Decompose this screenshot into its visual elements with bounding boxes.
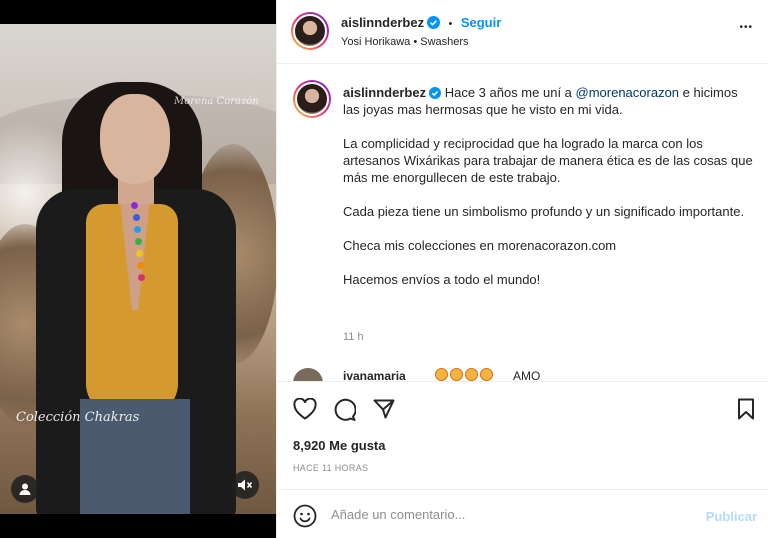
emoji-picker-icon[interactable] bbox=[293, 504, 317, 528]
verified-badge-icon bbox=[427, 16, 441, 29]
caption-text: aislinnderbez Hace 3 años me uní a @more… bbox=[343, 84, 753, 288]
mention-link[interactable]: @morenacorazon bbox=[576, 85, 680, 100]
necklace-bead bbox=[136, 250, 143, 257]
post-media[interactable]: Morena Corazón Colección Chakras bbox=[0, 0, 276, 538]
watermark-collection: Colección Chakras bbox=[16, 410, 140, 425]
share-send-icon[interactable] bbox=[373, 398, 395, 420]
necklace-bead bbox=[131, 202, 138, 209]
avatar-image bbox=[293, 14, 327, 48]
comment-input[interactable] bbox=[331, 504, 691, 524]
emoji-icon bbox=[480, 368, 493, 381]
actions-section: 8,920 Me gusta HACE 11 HORAS bbox=[277, 381, 768, 489]
necklace-bead bbox=[133, 214, 140, 221]
comment-composer: Publicar bbox=[277, 489, 768, 538]
commenter-avatar[interactable] bbox=[293, 368, 323, 382]
verified-badge-icon bbox=[429, 87, 442, 99]
like-count[interactable]: 8,920 Me gusta bbox=[293, 438, 386, 453]
mute-button[interactable] bbox=[231, 471, 259, 499]
user-icon bbox=[19, 483, 31, 495]
caption-timestamp[interactable]: 11 h bbox=[343, 331, 364, 343]
follow-button[interactable]: Seguir bbox=[461, 15, 501, 30]
avatar-image bbox=[295, 82, 329, 116]
necklace-bead bbox=[134, 226, 141, 233]
post-photo[interactable]: Morena Corazón Colección Chakras bbox=[0, 24, 276, 514]
heart-eyes-emojis bbox=[435, 368, 493, 382]
publish-button[interactable]: Publicar bbox=[706, 509, 757, 524]
audio-attribution[interactable]: Yosi Horikawa • Swashers bbox=[341, 36, 469, 48]
post-header: aislinnderbez • Seguir Yosi Horikawa • S… bbox=[277, 0, 768, 64]
watermark-top: Morena Corazón bbox=[174, 96, 259, 107]
caption-username[interactable]: aislinnderbez bbox=[343, 85, 426, 100]
like-heart-icon[interactable] bbox=[293, 398, 317, 420]
emoji-icon bbox=[465, 368, 478, 381]
header-title-row: aislinnderbez • Seguir bbox=[341, 14, 501, 32]
comment-preview: ivanamaria AMO bbox=[293, 366, 763, 382]
necklace-bead bbox=[135, 238, 142, 245]
post-details-panel: aislinnderbez • Seguir Yosi Horikawa • S… bbox=[276, 0, 768, 538]
post-date[interactable]: HACE 11 HORAS bbox=[293, 463, 368, 473]
save-bookmark-icon[interactable] bbox=[737, 398, 755, 420]
more-options-icon[interactable]: ••• bbox=[739, 22, 753, 33]
necklace-bead bbox=[138, 274, 145, 281]
author-avatar[interactable] bbox=[291, 12, 329, 50]
photo-face bbox=[100, 94, 170, 184]
author-username[interactable]: aislinnderbez bbox=[341, 15, 424, 30]
caption-avatar[interactable] bbox=[293, 80, 331, 118]
dot-separator: • bbox=[448, 18, 453, 30]
tagged-user-button[interactable] bbox=[11, 475, 39, 503]
caption-body-start: Hace 3 años me uní a bbox=[444, 85, 576, 100]
emoji-icon bbox=[450, 368, 463, 381]
caption-body: e hicimos las joyas mas hermosas que he … bbox=[343, 85, 753, 287]
muted-speaker-icon bbox=[238, 479, 253, 491]
necklace-bead bbox=[137, 262, 144, 269]
emoji-icon bbox=[435, 368, 448, 381]
comment-bubble-icon[interactable] bbox=[333, 398, 356, 421]
